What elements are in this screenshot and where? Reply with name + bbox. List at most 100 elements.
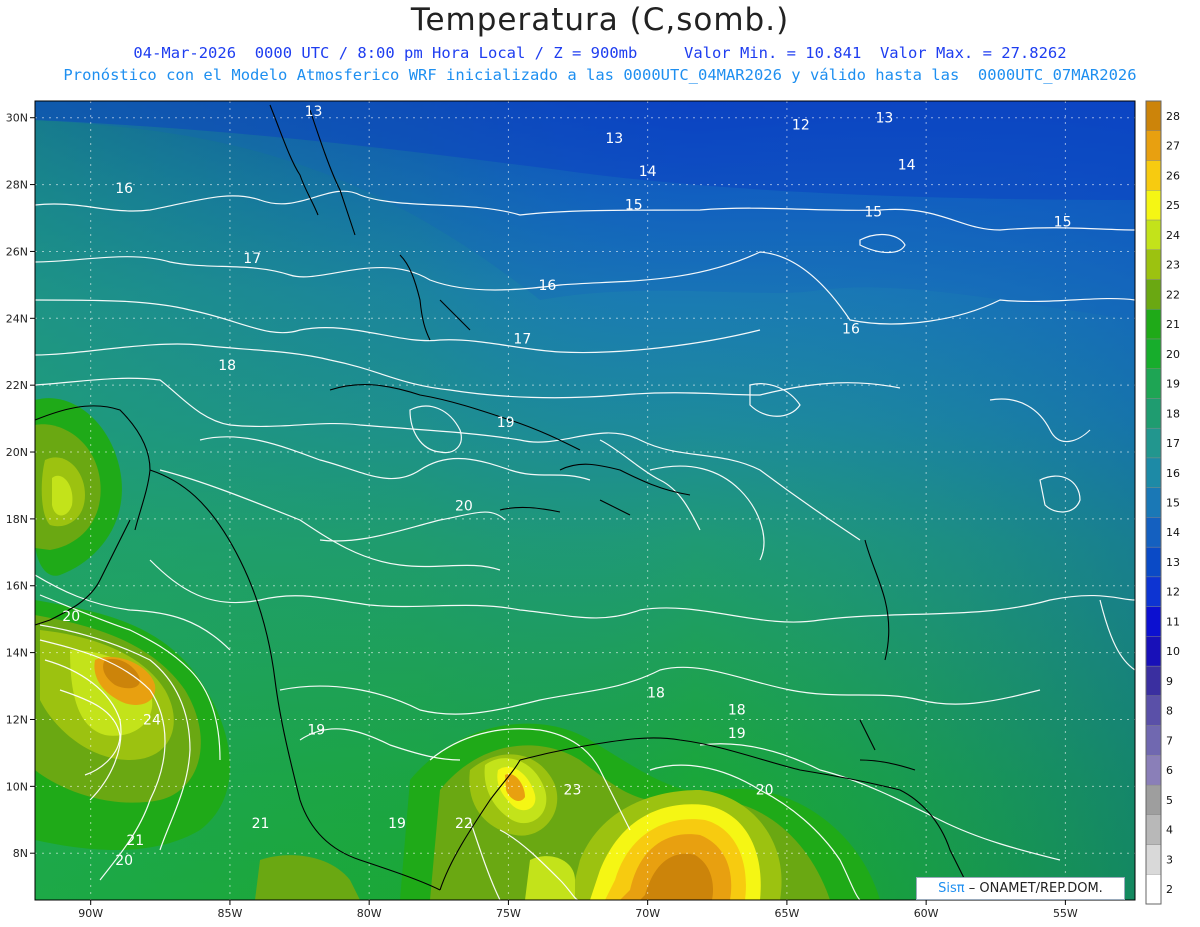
contour-label: 14 <box>639 164 657 180</box>
colorbar-swatch <box>1145 487 1162 518</box>
credit-box: Sisπ – ONAMET/REP.DOM. <box>916 877 1125 900</box>
contour-label: 17 <box>243 251 261 267</box>
lat-tick-label: 8N <box>13 847 28 860</box>
contour-label: 19 <box>388 816 406 832</box>
lat-tick-label: 26N <box>6 245 28 258</box>
temperature-map: 131312 1314 141615 151517161617181920202418… <box>6 100 1180 920</box>
contour-label: 12 <box>792 117 810 133</box>
colorbar-swatch <box>1145 755 1162 786</box>
colorbar-swatch <box>1145 130 1162 161</box>
contour-label: 20 <box>455 499 473 515</box>
contour-label: 15 <box>864 204 882 220</box>
lat-tick-label: 24N <box>6 312 28 325</box>
colorbar-label: 4 <box>1166 824 1173 837</box>
contour-label: 20 <box>115 853 133 869</box>
lat-tick-label: 16N <box>6 580 28 593</box>
colorbar-label: 19 <box>1166 378 1180 391</box>
colorbar-swatch <box>1145 398 1162 429</box>
contour-label: 16 <box>115 181 133 197</box>
lat-tick-label: 20N <box>6 446 28 459</box>
contour-label: 16 <box>538 278 556 294</box>
lat-tick-label: 10N <box>6 780 28 793</box>
colorbar-label: 3 <box>1166 853 1173 866</box>
colorbar-label: 13 <box>1166 556 1180 569</box>
contour-label: 13 <box>305 104 323 120</box>
colorbar-label: 2 <box>1166 883 1173 896</box>
colorbar-label: 20 <box>1166 348 1180 361</box>
latitude-ticks: 30N 28N 26N 24N 22N 20N 18N 16N 14N 12N 10N 8N <box>6 112 35 860</box>
credit-org: – ONAMET/REP.DOM. <box>968 881 1103 896</box>
contour-label: 15 <box>625 198 643 214</box>
colorbar-swatch <box>1145 636 1162 667</box>
contour-label: 24 <box>143 712 161 728</box>
lon-tick-label: 60W <box>914 907 939 920</box>
colorbar-swatch <box>1145 160 1162 191</box>
colorbar-label: 25 <box>1166 199 1180 212</box>
colorbar-swatch <box>1145 665 1162 697</box>
contour-label: 21 <box>252 816 270 832</box>
contour-label: 21 <box>126 833 144 849</box>
colorbar-swatch <box>1145 874 1162 905</box>
lon-tick-label: 70W <box>635 907 660 920</box>
lat-tick-label: 22N <box>6 379 28 392</box>
colorbar-swatch <box>1145 427 1162 459</box>
contour-label: 18 <box>647 686 665 702</box>
lon-tick-label: 90W <box>78 907 103 920</box>
colorbar-label: 9 <box>1166 675 1173 688</box>
colorbar-label: 17 <box>1166 437 1180 450</box>
contour-label: 18 <box>218 358 236 374</box>
colorbar-swatch <box>1145 844 1162 875</box>
colorbar-swatch <box>1145 308 1162 340</box>
contour-label: 19 <box>497 415 515 431</box>
colorbar-swatch <box>1145 368 1162 399</box>
colorbar-swatch <box>1145 814 1162 845</box>
lat-tick-label: 30N <box>6 112 28 125</box>
colorbar-label: 15 <box>1166 497 1180 510</box>
lat-tick-label: 18N <box>6 513 28 526</box>
contour-label: 20 <box>756 783 774 799</box>
colorbar-label: 21 <box>1166 318 1180 331</box>
colorbar-label: 28 <box>1166 110 1180 123</box>
color-scale-legend: 2345678910111213141516171819202122232425… <box>1145 100 1180 905</box>
contour-label: 17 <box>513 331 531 347</box>
contour-label: 18 <box>728 702 746 718</box>
longitude-ticks: 90W 85W 80W 75W 70W 65W 60W 55W <box>78 900 1078 920</box>
colorbar-swatch <box>1145 338 1162 369</box>
colorbar-label: 6 <box>1166 764 1173 777</box>
colorbar-swatch <box>1145 725 1162 756</box>
colorbar-label: 8 <box>1166 705 1173 718</box>
contour-label: 13 <box>875 111 893 127</box>
colorbar-swatch <box>1145 546 1162 578</box>
lat-tick-label: 28N <box>6 179 28 192</box>
lon-tick-label: 55W <box>1053 907 1078 920</box>
contour-label: 15 <box>1054 214 1072 230</box>
colorbar-label: 26 <box>1166 169 1180 182</box>
contour-label: 20 <box>62 609 80 625</box>
credit-brand: Sisπ <box>938 881 965 896</box>
colorbar-label: 22 <box>1166 288 1180 301</box>
colorbar-swatch <box>1145 695 1162 726</box>
colorbar-label: 18 <box>1166 407 1180 420</box>
colorbar-swatch <box>1145 517 1162 548</box>
colorbar-label: 27 <box>1166 140 1180 153</box>
contour-label: 13 <box>605 131 623 147</box>
colorbar-swatch <box>1145 190 1162 221</box>
contour-label: 22 <box>455 816 473 832</box>
contour-label: 19 <box>728 726 746 742</box>
colorbar-label: 5 <box>1166 794 1173 807</box>
contour-label: 14 <box>898 158 916 174</box>
colorbar-swatch <box>1145 784 1162 815</box>
colorbar-swatch <box>1145 457 1162 488</box>
contour-label: 23 <box>564 783 582 799</box>
colorbar-label: 23 <box>1166 259 1180 272</box>
colorbar-swatch <box>1145 576 1162 607</box>
colorbar-swatch <box>1145 606 1162 637</box>
lat-tick-label: 14N <box>6 647 28 660</box>
colorbar-label: 10 <box>1166 645 1180 658</box>
colorbar-label: 12 <box>1166 586 1180 599</box>
colorbar-label: 16 <box>1166 467 1180 480</box>
contour-label: 19 <box>307 723 325 739</box>
lon-tick-label: 85W <box>217 907 242 920</box>
colorbar-swatch <box>1145 249 1162 280</box>
colorbar-label: 14 <box>1166 526 1180 539</box>
